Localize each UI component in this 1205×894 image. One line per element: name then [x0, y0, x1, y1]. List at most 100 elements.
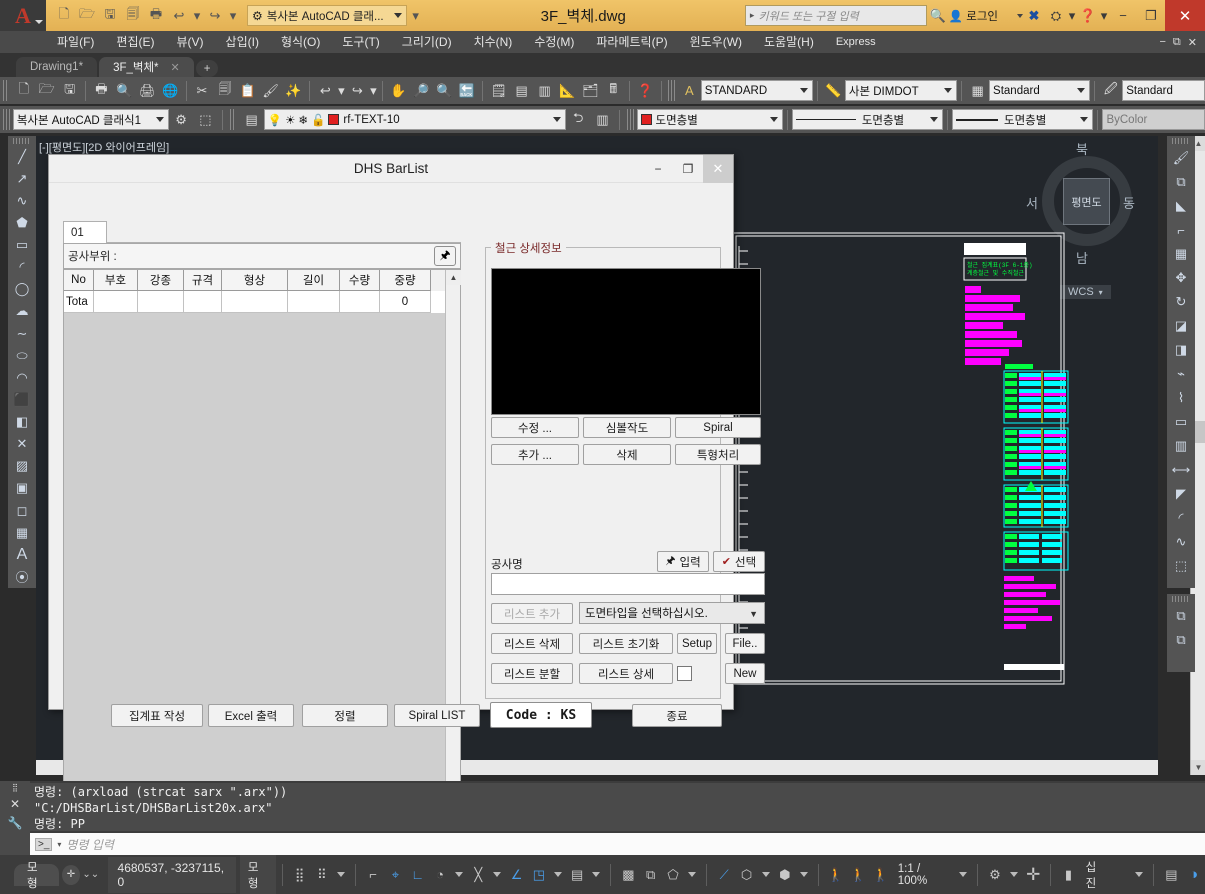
column-header-mark[interactable]: 부호	[94, 270, 138, 291]
move-icon[interactable]: ✥	[1169, 266, 1193, 290]
dhs-barlist-dialog[interactable]: DHS BarList − ❐ ✕ 01 공사부위 : 🖈 No 부호 강종 규…	[48, 154, 765, 829]
chevron-down-icon[interactable]	[592, 872, 601, 877]
search-icon[interactable]: 🔍	[927, 5, 949, 27]
layer-previous-icon[interactable]: ⮌	[566, 108, 590, 132]
text-style-selector[interactable]: STANDARD	[700, 80, 814, 101]
scale-icon[interactable]: ◪	[1169, 314, 1193, 338]
ucs-icon-toggle[interactable]: ⟋	[713, 863, 735, 887]
paste-icon[interactable]: 📋	[236, 79, 259, 103]
workspace-selector[interactable]: ⚙ 복사본 AutoCAD 클래...	[247, 5, 407, 26]
ortho-mode-icon[interactable]: ⌐	[362, 863, 384, 887]
list-reset-button[interactable]: 리스트 초기화	[579, 633, 673, 654]
chevron-down-icon[interactable]	[337, 872, 346, 877]
new-button[interactable]: New	[725, 663, 765, 684]
close-button[interactable]: ✕	[1165, 0, 1205, 31]
customization-icon[interactable]: ▤	[1160, 863, 1182, 887]
project-name-input[interactable]	[491, 573, 765, 595]
plotstyle-selector[interactable]: ByColor	[1102, 109, 1205, 130]
doc-minimize-button[interactable]: −	[1159, 36, 1165, 49]
help-icon[interactable]: ❓	[1077, 5, 1099, 27]
annotation-visibility-icon[interactable]: ◳	[528, 863, 550, 887]
mleader-style-icon[interactable]: 🖉	[1099, 79, 1122, 103]
workspace-display-icon[interactable]: ⬚	[193, 108, 217, 132]
toolbar-grip[interactable]	[1172, 138, 1190, 144]
table-icon[interactable]: ▦	[10, 522, 34, 544]
layer-properties-icon[interactable]: ▤	[239, 108, 263, 132]
menu-modify[interactable]: 수정(M)	[523, 31, 585, 53]
plot-icon[interactable]: 🖶	[146, 6, 166, 26]
arc-icon[interactable]: ◜	[10, 256, 34, 278]
new-icon[interactable]: 🗋	[54, 6, 74, 26]
scroll-down-icon[interactable]: ▼	[1191, 760, 1205, 775]
work-part-pick-button[interactable]: 🖈	[434, 246, 456, 266]
spline-icon[interactable]: ∼	[10, 323, 34, 345]
send-to-back-icon[interactable]: ⧉	[1169, 628, 1193, 652]
visual-style-icon[interactable]: ⬡	[735, 863, 757, 887]
chevron-down-icon[interactable]	[1135, 872, 1144, 877]
linetype-selector[interactable]: 도면층별	[791, 109, 944, 130]
plot-preview-icon[interactable]: 🔍	[113, 79, 136, 103]
freeze-icon[interactable]: ❄	[298, 113, 308, 127]
setup-button[interactable]: Setup	[677, 633, 717, 654]
column-header-qty[interactable]: 수량	[340, 270, 380, 291]
block-editor-icon[interactable]: ✨	[282, 79, 305, 103]
annotation-scale-person-icon[interactable]: 🚶	[825, 863, 847, 887]
workspace-selector-toolbar[interactable]: 복사본 AutoCAD 클래식1	[12, 109, 169, 130]
explode-icon[interactable]: ⬚	[1169, 554, 1193, 578]
coordinates-display[interactable]: 4680537, -3237115, 0	[107, 856, 236, 893]
dialog-close-button[interactable]: ✕	[703, 155, 733, 183]
chevron-down-icon[interactable]	[455, 872, 464, 877]
dialog-maximize-button[interactable]: ❐	[673, 155, 703, 183]
menu-format[interactable]: 형식(O)	[270, 31, 331, 53]
bar-list-grid[interactable]: No 부호 강종 규격 형상 길이 수량 중량 Tota 0 ▲	[63, 269, 462, 829]
table-row[interactable]: Tota 0	[64, 291, 460, 313]
tab-drawing1[interactable]: Drawing1*	[16, 57, 98, 77]
viewcube-north-label[interactable]: 북	[1076, 139, 1088, 158]
menu-express[interactable]: Express	[825, 31, 887, 53]
layer-selector[interactable]: 💡 ☀ ❄ 🔓 rf-TEXT-10	[263, 109, 566, 130]
line-icon[interactable]: ╱	[10, 146, 34, 168]
ellipse-icon[interactable]: ⬭	[10, 345, 34, 367]
column-header-shape[interactable]: 형상	[222, 270, 288, 291]
excel-export-button[interactable]: Excel 출력	[208, 704, 294, 727]
qat-more-icon[interactable]: ▾	[410, 6, 422, 26]
open-icon[interactable]: 🗁	[77, 6, 97, 26]
region-icon[interactable]: ◻	[10, 500, 34, 522]
save-as-icon[interactable]: 🗐	[123, 6, 143, 26]
chevron-down-icon[interactable]	[688, 872, 697, 877]
menu-help[interactable]: 도움말(H)	[753, 31, 825, 53]
copy-icon[interactable]: 🗐	[213, 79, 236, 103]
annotation-scale-label[interactable]: 1:1 / 100%	[892, 863, 955, 887]
chevron-down-icon[interactable]	[1010, 872, 1019, 877]
minimize-button[interactable]: −	[1109, 0, 1137, 31]
3d-object-snap-icon[interactable]: ⬠	[662, 863, 684, 887]
sun-icon[interactable]: ☀	[285, 113, 295, 127]
lineweight-selector[interactable]: 도면층별	[952, 109, 1094, 130]
viewcube-face-top[interactable]: 평면도	[1063, 178, 1110, 225]
open-icon[interactable]: 🗁	[35, 79, 58, 103]
annotative-icon[interactable]: 🚶	[869, 863, 891, 887]
share-dropdown-icon[interactable]: ▾	[1067, 5, 1077, 27]
exchange-apps-icon[interactable]: ✖	[1023, 5, 1045, 27]
special-shape-button[interactable]: 특형처리	[675, 444, 761, 465]
command-input-row[interactable]: >_ ▾ 명령 입력	[30, 833, 1205, 855]
ray-icon[interactable]: ↗	[10, 168, 34, 190]
break-icon[interactable]: ▥	[1169, 434, 1193, 458]
undo-dropdown-icon[interactable]: ▾	[192, 6, 202, 26]
list-detail-button[interactable]: 리스트 상세	[579, 663, 673, 684]
redo-dropdown-icon[interactable]: ▾	[228, 6, 238, 26]
column-header-size[interactable]: 규격	[184, 270, 222, 291]
viewcube-west-label[interactable]: 서	[1026, 193, 1038, 212]
sign-in-button[interactable]: 👤 로그인	[949, 8, 1023, 24]
input-button[interactable]: 🖈 입력	[657, 551, 709, 572]
tab-01[interactable]: 01	[63, 221, 107, 243]
lineweight-icon[interactable]: ▤	[566, 863, 588, 887]
menu-parametric[interactable]: 파라메트릭(P)	[585, 31, 678, 53]
design-center-icon[interactable]: ▤	[510, 79, 533, 103]
grid-display-icon[interactable]: ⠿	[311, 863, 333, 887]
match-properties-icon[interactable]: 🖌	[259, 79, 282, 103]
toolbar-grip[interactable]	[3, 80, 10, 101]
layer-states-icon[interactable]: ▥	[590, 108, 614, 132]
revision-cloud-icon[interactable]: ☁	[10, 300, 34, 322]
tab-3f-wall[interactable]: 3F_벽체* ✕	[99, 57, 194, 77]
